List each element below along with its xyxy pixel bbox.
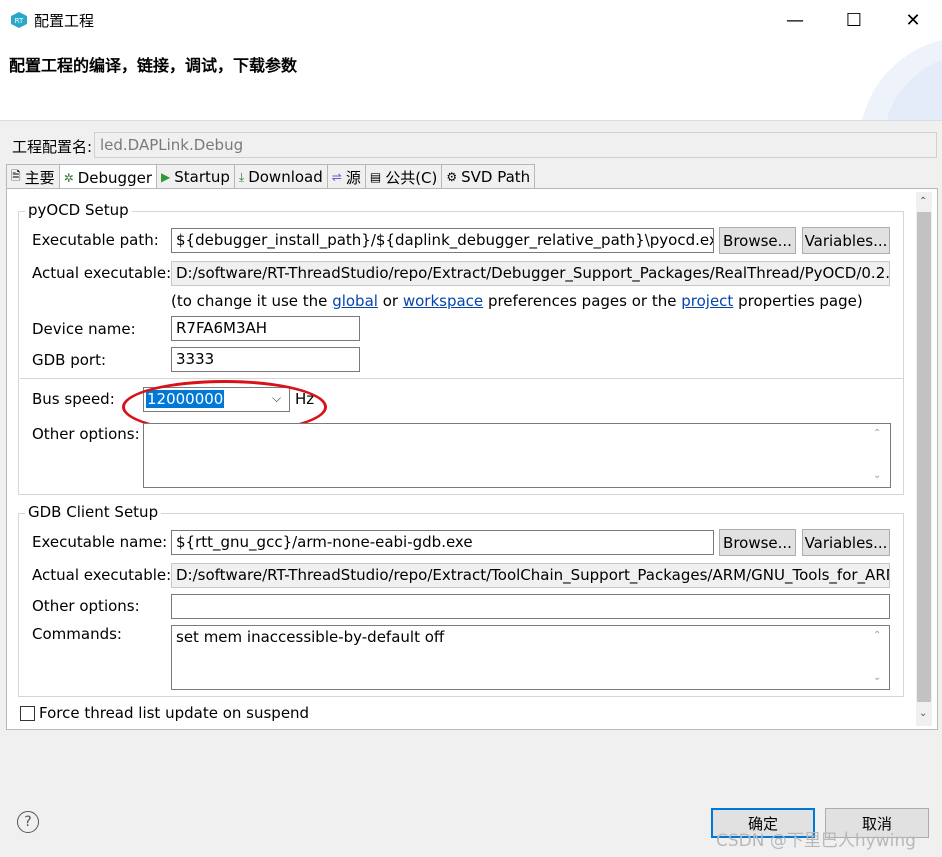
tab-label: SVD Path [461,168,531,186]
group-divider [20,378,903,379]
tab-bar: 🗎 主要 ✲ Debugger ▶ Startup ⤓ Download ⇌ 源… [6,164,536,190]
download-icon: ⤓ [238,169,245,184]
scroll-up-icon[interactable]: ⌃ [873,630,881,641]
gdb-port-label: GDB port: [32,351,107,369]
gdb-other-options-label: Other options: [32,597,140,615]
executable-path-input[interactable]: ${debugger_install_path}/${daplink_debug… [171,228,714,253]
hint-text: or [382,292,399,310]
maximize-button[interactable]: ☐ [831,4,877,36]
help-icon[interactable]: ? [17,811,39,833]
tab-main[interactable]: 🗎 主要 [6,164,60,189]
commands-textarea[interactable]: set mem inaccessible-by-default off [171,625,890,690]
config-name-label: 工程配置名: [12,138,93,156]
scroll-up-icon[interactable]: ⌃ [919,196,927,207]
force-thread-update-label: Force thread list update on suspend [39,704,310,722]
maximize-icon: ☐ [845,9,863,31]
tab-label: Download [248,168,323,186]
executable-name-input[interactable]: ${rtt_gnu_gcc}/arm-none-eabi-gdb.exe [171,530,714,555]
project-link[interactable]: project [681,292,733,310]
pyocd-other-options-textarea[interactable] [143,423,891,488]
watermark-text: CSDN @下里巴人hywing [716,831,916,851]
hint-text: preferences pages or the [487,292,677,310]
global-link[interactable]: global [332,292,378,310]
tab-label: 主要 [24,168,55,187]
gdb-other-options-input[interactable] [171,594,890,619]
device-name-input[interactable]: R7FA6M3AH [171,316,360,341]
common-icon: ▤ [369,170,382,184]
pyocd-other-options-label: Other options: [32,425,140,443]
rt-thread-logo-icon: RT [11,12,27,28]
gdb-client-setup-title: GDB Client Setup [25,503,162,521]
source-icon: ⇌ [331,170,342,184]
play-icon: ▶ [160,170,171,184]
executable-path-label: Executable path: [32,231,159,249]
window-title: 配置工程 [34,12,95,30]
tab-label: Startup [174,168,230,186]
actual-executable-field: D:/software/RT-ThreadStudio/repo/Extract… [171,261,890,286]
svd-icon: ⚙ [446,170,458,184]
device-name-label: Device name: [32,320,136,338]
hint-text: (to change it use the [171,292,328,310]
commands-label: Commands: [32,625,122,643]
executable-name-label: Executable name: [32,533,168,551]
scroll-down-icon[interactable]: ⌄ [919,708,927,719]
scroll-down-icon[interactable]: ⌄ [873,470,881,481]
tab-label: Debugger [77,168,152,187]
actual-executable-label: Actual executable: [32,264,172,282]
bus-speed-label: Bus speed: [32,390,115,408]
bug-icon: ✲ [63,170,74,185]
force-thread-update-checkbox[interactable] [20,706,35,721]
close-button[interactable]: ✕ [890,4,936,36]
tab-download[interactable]: ⤓ Download [233,164,328,189]
hint-text: properties page) [738,292,863,310]
gdb-browse-button[interactable]: Browse... [719,529,796,556]
minimize-icon: — [786,9,804,31]
dialog-header-text: 配置工程的编译，链接，调试，下载参数 [9,56,298,75]
scroll-up-icon[interactable]: ⌃ [873,428,881,439]
workspace-link[interactable]: workspace [403,292,483,310]
scrollbar-thumb[interactable] [917,212,931,702]
gdb-actual-executable-field: D:/software/RT-ThreadStudio/repo/Extract… [171,563,890,588]
minimize-button[interactable]: — [772,4,818,36]
preferences-hint: (to change it use the global or workspac… [171,292,863,310]
pyocd-browse-button[interactable]: Browse... [719,227,796,254]
header-decoration-icon [862,40,942,120]
svg-text:RT: RT [15,17,24,25]
gdb-variables-button[interactable]: Variables... [802,529,890,556]
tab-source[interactable]: ⇌ 源 [326,164,366,189]
tab-label: 公共(C) [385,168,438,187]
close-icon: ✕ [905,9,921,31]
pyocd-variables-button[interactable]: Variables... [802,227,890,254]
scroll-down-icon[interactable]: ⌄ [873,672,881,683]
tab-svd-path[interactable]: ⚙ SVD Path [441,164,536,189]
document-icon: 🗎 [11,168,21,183]
tab-startup[interactable]: ▶ Startup [155,164,235,189]
gdb-port-input[interactable]: 3333 [171,347,360,372]
config-name-field: led.DAPLink.Debug [94,132,937,158]
pyocd-setup-title: pyOCD Setup [25,201,132,219]
tab-debugger[interactable]: ✲ Debugger [58,164,157,190]
gdb-actual-executable-label: Actual executable: [32,566,172,584]
tab-common[interactable]: ▤ 公共(C) [364,164,443,189]
tab-label: 源 [345,168,361,187]
